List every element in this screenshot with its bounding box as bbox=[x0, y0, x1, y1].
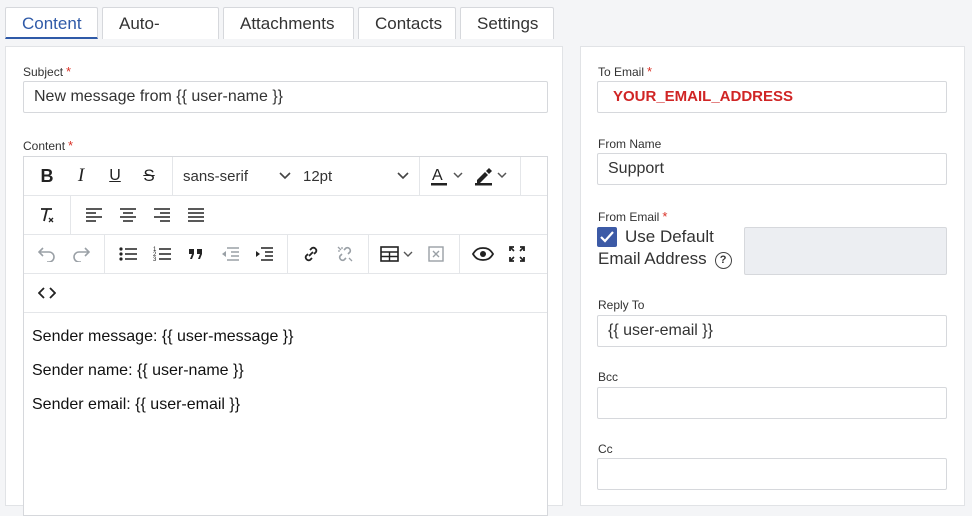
clear-formatting-icon bbox=[41, 208, 54, 223]
toolbar-row-4 bbox=[24, 274, 547, 313]
italic-button[interactable]: I bbox=[64, 162, 98, 190]
preview-button[interactable] bbox=[466, 240, 500, 268]
chevron-down-icon bbox=[279, 172, 291, 180]
align-right-button[interactable] bbox=[145, 201, 179, 229]
help-icon[interactable]: ? bbox=[714, 252, 732, 269]
unlink-icon bbox=[337, 246, 353, 262]
numbered-list-button[interactable]: 123 bbox=[145, 240, 179, 268]
highlighter-icon bbox=[475, 168, 507, 186]
delete-table-button[interactable] bbox=[419, 240, 453, 268]
required-mark: * bbox=[662, 209, 668, 224]
toolbar-row-1: B I U S sans-serif 12pt A bbox=[24, 157, 547, 196]
bcc-input[interactable] bbox=[597, 387, 947, 419]
tab-contacts[interactable]: Contacts bbox=[358, 7, 456, 39]
bold-button[interactable]: B bbox=[30, 162, 64, 190]
text-color-button[interactable]: A bbox=[426, 162, 470, 190]
delete-table-icon bbox=[428, 246, 444, 262]
required-mark: * bbox=[66, 64, 72, 79]
bullet-list-icon bbox=[119, 247, 137, 261]
justify-button[interactable] bbox=[179, 201, 213, 229]
svg-text:A: A bbox=[432, 167, 443, 184]
toolbar-row-2 bbox=[24, 196, 547, 235]
fullscreen-icon bbox=[509, 246, 525, 262]
chevron-down-icon bbox=[397, 172, 409, 180]
use-default-label-line1: Use Default bbox=[625, 227, 714, 246]
redo-button[interactable] bbox=[64, 240, 98, 268]
editor-content-area[interactable]: Sender message: {{ user-message }} Sende… bbox=[24, 313, 547, 435]
from-email-input-disabled bbox=[744, 227, 947, 275]
link-icon bbox=[304, 246, 318, 262]
bullet-list-button[interactable] bbox=[111, 240, 145, 268]
tab-content[interactable]: Content bbox=[5, 7, 98, 39]
tab-auto-reply[interactable]: Auto-Reply bbox=[102, 7, 219, 64]
tab-bar: Content Auto-Reply Attachments Contacts … bbox=[5, 7, 554, 64]
body-line-email: Sender email: {{ user-email }} bbox=[32, 396, 241, 413]
table-button[interactable] bbox=[375, 240, 419, 268]
align-left-icon bbox=[86, 208, 102, 222]
source-code-button[interactable] bbox=[30, 279, 64, 307]
outdent-button[interactable] bbox=[213, 240, 247, 268]
font-size-select[interactable]: 12pt bbox=[297, 162, 415, 190]
subject-input[interactable]: New message from {{ user-name }} bbox=[23, 81, 548, 113]
required-mark: * bbox=[68, 138, 74, 153]
align-left-button[interactable] bbox=[77, 201, 111, 229]
reply-to-input[interactable]: {{ user-email }} bbox=[597, 315, 947, 347]
svg-text:3: 3 bbox=[153, 257, 157, 262]
eye-icon bbox=[472, 247, 494, 261]
font-family-select[interactable]: sans-serif bbox=[177, 162, 297, 190]
from-name-label: From Name bbox=[598, 137, 662, 151]
insert-link-button[interactable] bbox=[294, 240, 328, 268]
required-mark: * bbox=[647, 64, 653, 79]
outdent-icon bbox=[222, 247, 239, 261]
indent-icon bbox=[256, 247, 273, 261]
content-panel: Subject * New message from {{ user-name }… bbox=[5, 46, 563, 516]
check-icon bbox=[600, 231, 614, 243]
cc-input[interactable] bbox=[597, 458, 947, 490]
remove-link-button[interactable] bbox=[328, 240, 362, 268]
use-default-email-checkbox[interactable] bbox=[597, 227, 617, 247]
from-name-input[interactable]: Support bbox=[597, 153, 947, 185]
toolbar-row-3: 123 bbox=[24, 235, 547, 274]
highlight-color-button[interactable] bbox=[470, 162, 514, 190]
to-email-label: To Email * bbox=[598, 64, 653, 79]
bcc-label: Bcc bbox=[598, 370, 619, 384]
undo-button[interactable] bbox=[30, 240, 64, 268]
tab-attachments[interactable]: Attachments bbox=[223, 7, 354, 39]
align-right-icon bbox=[154, 208, 170, 222]
clear-formatting-button[interactable] bbox=[30, 201, 64, 229]
align-center-button[interactable] bbox=[111, 201, 145, 229]
undo-icon bbox=[38, 247, 55, 262]
from-email-label: From Email * bbox=[598, 209, 668, 224]
align-center-icon bbox=[120, 208, 136, 222]
reply-to-label: Reply To bbox=[598, 298, 645, 312]
to-email-input[interactable]: YOUR_EMAIL_ADDRESS bbox=[597, 81, 947, 113]
justify-icon bbox=[188, 208, 204, 222]
tab-settings[interactable]: Settings bbox=[460, 7, 554, 39]
rich-text-editor: B I U S sans-serif 12pt A 1 2 3 Sender m… bbox=[23, 156, 548, 516]
to-email-value: YOUR_EMAIL_ADDRESS bbox=[613, 88, 794, 105]
content-label: Content * bbox=[23, 138, 74, 153]
fullscreen-button[interactable] bbox=[500, 240, 534, 268]
body-line-message: Sender message: {{ user-message }} bbox=[32, 328, 294, 345]
table-icon bbox=[380, 246, 413, 262]
code-icon bbox=[38, 287, 56, 299]
blockquote-button[interactable] bbox=[179, 240, 213, 268]
underline-button[interactable]: U bbox=[98, 162, 132, 190]
indent-button[interactable] bbox=[247, 240, 281, 268]
email-settings-panel: To Email * YOUR_EMAIL_ADDRESS From Name S… bbox=[580, 46, 965, 506]
cc-label: Cc bbox=[598, 442, 613, 456]
subject-label: Subject * bbox=[23, 64, 72, 79]
numbered-list-icon: 123 bbox=[153, 247, 171, 262]
strikethrough-button[interactable]: S bbox=[132, 162, 166, 190]
quote-icon bbox=[189, 249, 202, 259]
use-default-label-line2: Email Address? bbox=[598, 249, 732, 269]
text-color-icon: A bbox=[431, 167, 463, 186]
body-line-name: Sender name: {{ user-name }} bbox=[32, 362, 244, 379]
redo-icon bbox=[73, 247, 90, 262]
